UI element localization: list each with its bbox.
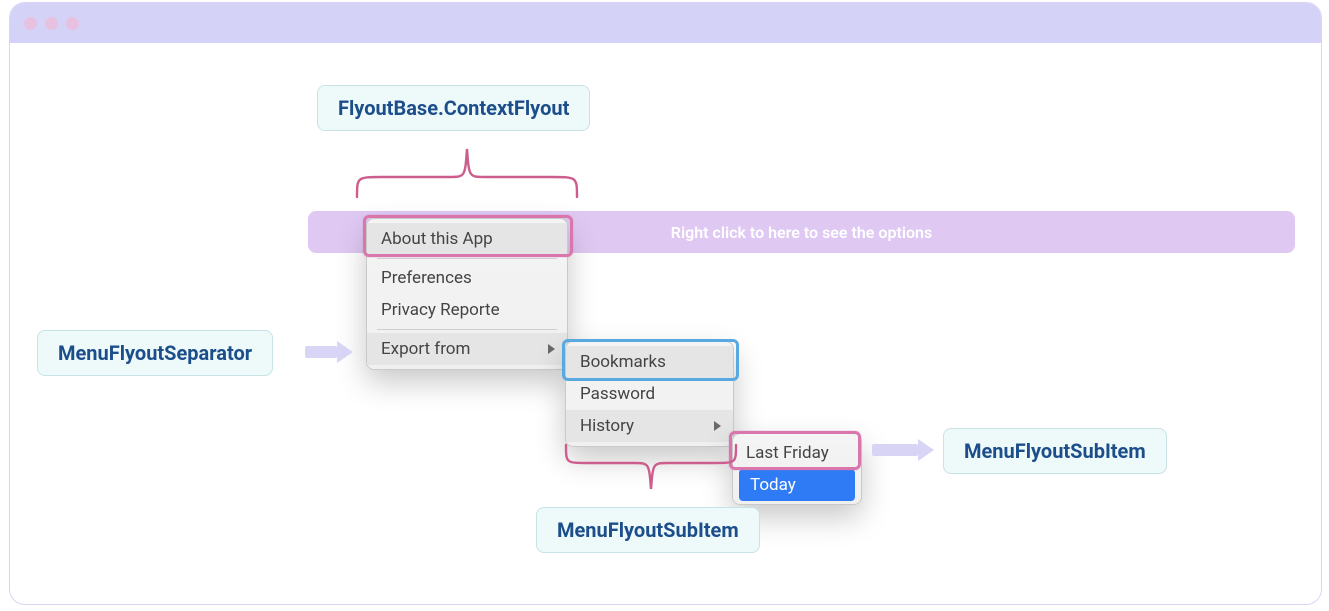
- menu-item-label: About this App: [381, 229, 493, 249]
- menu-item-label: Password: [580, 384, 655, 404]
- tag-label: MenuFlyoutSeparator: [58, 341, 252, 365]
- menu-item-export[interactable]: Export from: [367, 333, 567, 365]
- menu-separator: [377, 329, 557, 330]
- menu-item-today[interactable]: Today: [739, 469, 855, 501]
- menu-item-label: Privacy Reporte: [381, 300, 500, 320]
- menu-item-privacy[interactable]: Privacy Reporte: [367, 294, 567, 326]
- menu-item-label: Preferences: [381, 268, 472, 288]
- menu-separator: [377, 258, 557, 259]
- context-hint-text: Right click to here to see the options: [671, 223, 932, 242]
- traffic-light-min-icon[interactable]: [45, 17, 58, 30]
- menu-item-bookmarks[interactable]: Bookmarks: [566, 346, 733, 378]
- tag-context-flyout: FlyoutBase.ContextFlyout: [317, 85, 590, 131]
- submenu-export: Bookmarks Password History: [565, 341, 734, 447]
- arrow-right-icon: [305, 343, 353, 361]
- menu-item-label: History: [580, 416, 634, 436]
- window-content: Right click to here to see the options A…: [10, 43, 1321, 604]
- menu-item-label: Export from: [381, 339, 470, 359]
- submenu-history: Last Friday Today: [732, 433, 862, 505]
- diagram-canvas: Right click to here to see the options A…: [0, 0, 1329, 611]
- tag-label: FlyoutBase.ContextFlyout: [338, 96, 569, 120]
- chevron-right-icon: [714, 421, 721, 431]
- traffic-light-max-icon[interactable]: [66, 17, 79, 30]
- arrow-right-icon: [872, 441, 934, 459]
- menu-item-last-friday[interactable]: Last Friday: [736, 437, 858, 469]
- tag-label: MenuFlyoutSubItem: [557, 518, 739, 542]
- menu-item-password[interactable]: Password: [566, 378, 733, 410]
- menu-item-label: Today: [750, 475, 796, 495]
- traffic-light-close-icon[interactable]: [24, 17, 37, 30]
- tag-label: MenuFlyoutSubItem: [964, 439, 1146, 463]
- brace-bottom-icon: [562, 441, 740, 497]
- chevron-right-icon: [548, 344, 555, 354]
- menu-item-label: Last Friday: [746, 443, 829, 463]
- tag-subitem-right: MenuFlyoutSubItem: [943, 428, 1167, 474]
- menu-item-history[interactable]: History: [566, 410, 733, 442]
- tag-separator: MenuFlyoutSeparator: [37, 330, 273, 376]
- menu-item-about[interactable]: About this App: [367, 223, 567, 255]
- context-menu: About this App Preferences Privacy Repor…: [366, 218, 568, 370]
- tag-subitem-bottom: MenuFlyoutSubItem: [536, 507, 760, 553]
- brace-top-icon: [353, 141, 581, 201]
- window-titlebar: [10, 3, 1321, 43]
- menu-item-preferences[interactable]: Preferences: [367, 262, 567, 294]
- menu-item-label: Bookmarks: [580, 352, 666, 372]
- app-window: Right click to here to see the options A…: [9, 2, 1322, 605]
